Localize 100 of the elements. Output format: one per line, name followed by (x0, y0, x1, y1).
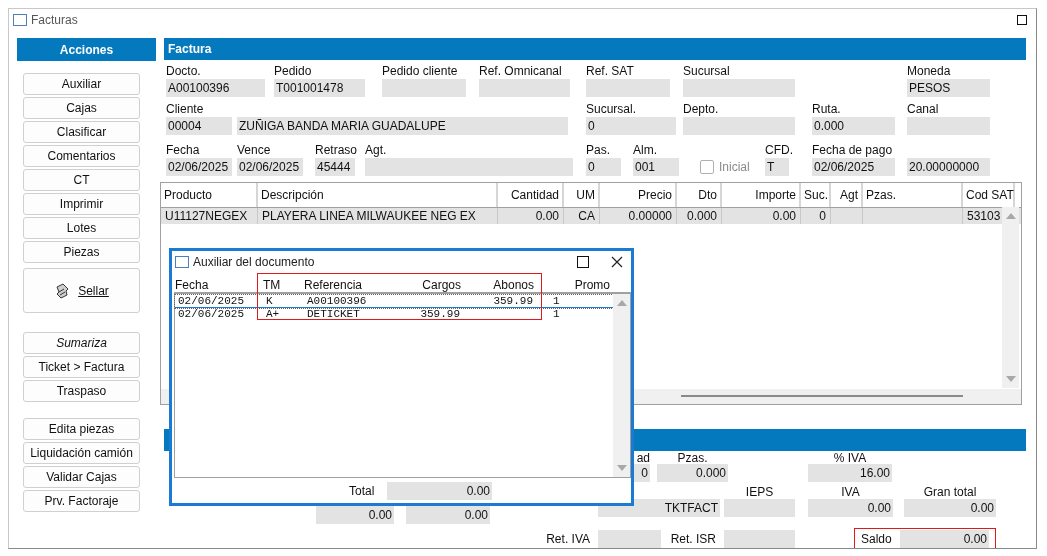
action-button[interactable]: Edita piezas (23, 418, 140, 440)
list-cell: 1 (553, 295, 560, 307)
text-field[interactable]: PESOS (907, 79, 990, 97)
invoice-header: Factura (164, 38, 1026, 60)
text-field[interactable]: 0 (586, 117, 676, 135)
table-cell: 53103 (967, 209, 1001, 223)
action-button[interactable]: Comentarios (23, 145, 140, 167)
action-button[interactable]: Piezas (23, 241, 140, 263)
window-icon (175, 256, 189, 268)
action-button[interactable]: Traspaso (23, 380, 140, 402)
field-label: Saldo (861, 532, 892, 546)
scroll-up-icon[interactable] (617, 300, 627, 306)
column-header[interactable]: Referencia (304, 273, 404, 292)
table-cell: 0.00 (535, 209, 559, 223)
text-field[interactable]: 02/06/2025 (237, 158, 303, 176)
text-field[interactable] (683, 117, 795, 135)
window-title: Facturas (31, 13, 78, 27)
field-label: Gran total (923, 485, 977, 499)
field-label: Ret. IVA (546, 532, 590, 546)
action-button[interactable]: Cajas (23, 97, 140, 119)
action-button[interactable]: Lotes (23, 217, 140, 239)
text-field[interactable] (598, 530, 661, 548)
vertical-scrollbar[interactable] (1002, 207, 1019, 388)
text-field[interactable] (586, 79, 670, 97)
text-field[interactable] (683, 79, 795, 97)
action-button[interactable]: Clasificar (23, 121, 140, 143)
text-field[interactable] (365, 158, 573, 176)
text-field[interactable]: 0 (586, 158, 621, 176)
list-cell: DETICKET (307, 308, 360, 320)
seal-button[interactable]: Sellar (23, 268, 140, 313)
maximize-icon[interactable] (1017, 15, 1027, 25)
field-label: Pedido cliente (382, 64, 458, 78)
text-field[interactable]: 45444 (315, 158, 355, 176)
text-field[interactable] (724, 530, 795, 548)
list-cell: 02/06/2025 (178, 308, 244, 320)
field-label: Ref. SAT (586, 64, 634, 78)
action-button[interactable]: Ticket > Factura (23, 356, 140, 378)
text-field[interactable]: 0.000 (812, 117, 895, 135)
field-label: Total (349, 484, 376, 498)
scroll-up-icon[interactable] (1006, 213, 1016, 219)
maximize-icon[interactable] (577, 256, 589, 268)
action-button[interactable]: CT (23, 169, 140, 191)
field-label: Sucursal. (586, 102, 637, 116)
list-row[interactable]: 02/06/2025 K A00100396 359.99 1 (175, 295, 613, 308)
text-field[interactable]: ZUÑIGA BANDA MARIA GUADALUPE (237, 117, 568, 135)
table-cell: 0.00 (772, 209, 796, 223)
close-icon[interactable] (611, 256, 623, 268)
scroll-down-icon[interactable] (1006, 376, 1016, 382)
text-field[interactable]: 02/06/2025 (812, 158, 895, 176)
field-label: Fecha (166, 143, 200, 157)
list-cell: 359.99 (493, 295, 533, 307)
text-field[interactable]: 0.00 (904, 499, 996, 517)
field-label: Pas. (586, 143, 610, 157)
table-cell: PLAYERA LINEA MILWAUKEE NEG EX (262, 209, 476, 223)
text-field[interactable]: 0.00 (406, 506, 490, 524)
text-field[interactable] (382, 79, 466, 97)
action-button[interactable]: Auxiliar (23, 73, 140, 95)
action-button[interactable]: Sumariza (23, 332, 140, 354)
text-field[interactable]: 001 (633, 158, 679, 176)
field-label: IVA (841, 485, 860, 499)
table-cell: CA (578, 209, 595, 223)
text-field[interactable]: A00100396 (166, 79, 265, 97)
column-header[interactable]: Cargos (404, 273, 461, 292)
text-field[interactable]: T001001478 (274, 79, 365, 97)
text-field[interactable]: 0.00 (899, 530, 989, 548)
field-label: Agt. (365, 143, 387, 157)
text-field[interactable]: 0.00 (387, 482, 492, 500)
action-button[interactable]: Liquidación camión (23, 442, 140, 464)
vertical-scrollbar[interactable] (613, 294, 630, 477)
field-label: Ref. Omnicanal (479, 64, 562, 78)
field-label: CFD. (765, 143, 793, 157)
action-button[interactable]: Imprimir (23, 193, 140, 215)
field-label: Retraso (315, 143, 358, 157)
text-field[interactable] (479, 79, 570, 97)
action-button[interactable]: Prv. Factoraje (23, 490, 140, 512)
text-field[interactable]: 0.00 (316, 506, 394, 524)
window-icon (13, 14, 27, 26)
table-cell: 0.00000 (628, 209, 672, 223)
table-row[interactable]: U11127NEGEX PLAYERA LINEA MILWAUKEE NEG EX 0.00 CA 0.00000 0.000 0.00 0 53103 (161, 208, 1021, 224)
text-field[interactable]: 02/06/2025 (166, 158, 232, 176)
column-header[interactable]: TM (263, 273, 304, 292)
column-header[interactable]: Fecha (175, 273, 263, 292)
text-field[interactable]: 0.00 (808, 499, 893, 517)
actions-header: Acciones (17, 38, 156, 61)
text-field[interactable]: 0.000 (657, 464, 728, 482)
column-header[interactable]: Abonos (461, 273, 534, 292)
list-row[interactable]: 02/06/2025 A+ DETICKET 359.99 1 (175, 308, 613, 320)
column-header[interactable]: Promo (534, 273, 610, 292)
text-field[interactable] (907, 117, 990, 135)
text-field[interactable]: 20.00000000 (907, 158, 990, 176)
text-field[interactable] (724, 499, 795, 517)
text-field[interactable]: T (765, 158, 789, 176)
field-label: Depto. (683, 102, 719, 116)
scroll-down-icon[interactable] (617, 465, 627, 471)
text-field[interactable]: 16.00 (808, 464, 892, 482)
field-label: Sucursal (683, 64, 730, 78)
field-label: Canal (907, 102, 939, 116)
table-cell: 0.000 (686, 209, 717, 223)
text-field[interactable]: 00004 (166, 117, 232, 135)
action-button[interactable]: Validar Cajas (23, 466, 140, 488)
